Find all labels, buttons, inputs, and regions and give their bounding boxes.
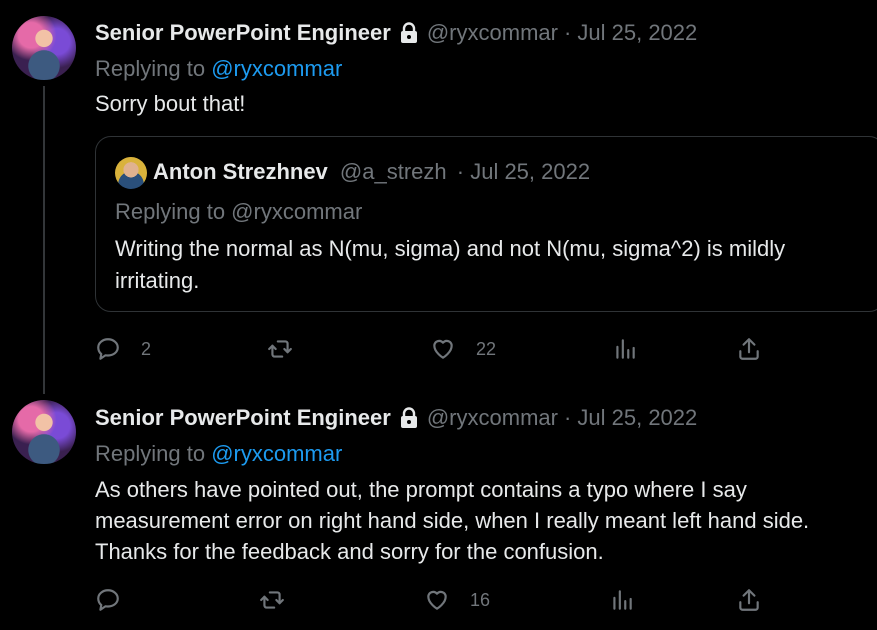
thread-connector-line: [43, 86, 45, 394]
like-count: 16: [470, 589, 491, 610]
quoted-author-name: Anton Strezhnev: [153, 159, 328, 184]
share-icon: [739, 338, 759, 360]
avatar[interactable]: [12, 16, 76, 80]
retweet-icon: [260, 591, 284, 609]
reply-button[interactable]: 2: [95, 336, 151, 362]
quoted-replying-to: Replying to @ryxcommar: [115, 199, 363, 224]
tweet-date[interactable]: · Jul 25, 2022: [564, 405, 697, 431]
author-handle[interactable]: @ryxcommar: [427, 20, 558, 46]
like-button[interactable]: 16: [424, 587, 490, 613]
views-button[interactable]: [612, 336, 638, 362]
share-button[interactable]: [736, 336, 762, 362]
avatar[interactable]: [12, 400, 76, 464]
replying-to: Replying to @ryxcommar: [95, 56, 342, 82]
retweet-button[interactable]: [259, 587, 285, 613]
reply-icon: [97, 589, 119, 611]
tweet-actions: 2 22: [95, 336, 795, 366]
quoted-date: · Jul 25, 2022: [456, 159, 591, 184]
tweet-date[interactable]: · Jul 25, 2022: [564, 20, 697, 46]
like-count: 22: [476, 338, 497, 359]
quoted-tweet[interactable]: Anton Strezhnev @a_strezh · Jul 25, 2022…: [95, 136, 877, 312]
author-handle[interactable]: @ryxcommar: [427, 405, 558, 431]
replying-to-label: Replying to: [95, 441, 206, 466]
views-button[interactable]: [609, 587, 635, 613]
views-icon: [613, 590, 632, 610]
author-name[interactable]: Senior PowerPoint Engineer: [95, 405, 391, 431]
quoted-header: Anton Strezhnev @a_strezh · Jul 25, 2022: [153, 159, 590, 185]
lock-icon: [400, 407, 417, 428]
like-button[interactable]: 22: [430, 336, 496, 362]
tweet-header: Senior PowerPoint Engineer @ryxcommar · …: [95, 20, 697, 46]
retweet-button[interactable]: [267, 336, 293, 362]
like-icon: [427, 590, 447, 610]
quoted-avatar: [115, 157, 147, 189]
retweet-icon: [268, 340, 292, 358]
author-name[interactable]: Senior PowerPoint Engineer: [95, 20, 391, 46]
quoted-text: Writing the normal as N(mu, sigma) and n…: [115, 236, 786, 293]
reply-button[interactable]: [95, 587, 121, 613]
reply-icon: [97, 338, 119, 360]
replying-to-label: Replying to: [95, 56, 206, 81]
views-icon: [616, 339, 635, 359]
reply-count: 2: [141, 338, 152, 359]
like-icon: [433, 339, 453, 359]
lock-icon: [400, 22, 417, 43]
share-button[interactable]: [736, 587, 762, 613]
replying-to-mention[interactable]: @ryxcommar: [211, 441, 342, 466]
quoted-author-handle: @a_strezh: [339, 159, 447, 184]
replying-to: Replying to @ryxcommar: [95, 441, 342, 467]
tweet-text: Sorry bout that!: [95, 91, 246, 116]
tweet-text: As others have pointed out, the prompt c…: [95, 477, 810, 564]
share-icon: [739, 589, 759, 611]
tweet-header: Senior PowerPoint Engineer @ryxcommar · …: [95, 405, 697, 431]
replying-to-mention[interactable]: @ryxcommar: [211, 56, 342, 81]
tweet-actions: 16: [95, 587, 795, 617]
